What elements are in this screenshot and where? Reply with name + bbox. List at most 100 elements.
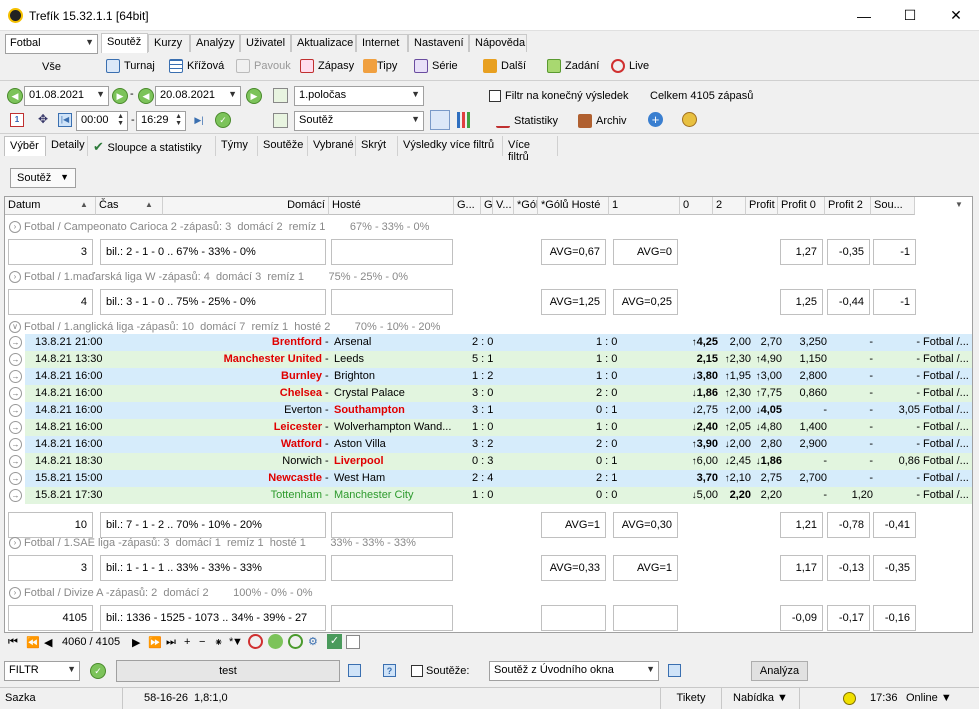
row-arrow-icon[interactable]: → (9, 404, 22, 417)
bracket-button[interactable]: Pavouk (236, 57, 291, 75)
date-to-input[interactable]: 20.08.2021 ▼ (155, 86, 241, 106)
add-filter-icon[interactable] (268, 634, 283, 649)
prev-date-from-icon[interactable]: ◀ (7, 88, 23, 104)
tournament-button[interactable]: Turnaj (106, 57, 155, 75)
calendar-icon[interactable]: 1 (10, 113, 24, 127)
match-row[interactable]: → 13.8.21 21:00 Brentford - Arsenal 2 : 01 : 0… (9, 334, 972, 351)
tab-4[interactable]: Aktualizace (291, 34, 356, 52)
column-header-10[interactable]: 0 (680, 197, 713, 215)
filter-select[interactable]: FILTR ▼ (4, 661, 80, 681)
expand-icon[interactable]: › (9, 537, 21, 550)
row-arrow-icon[interactable]: → (9, 472, 22, 485)
row-arrow-icon[interactable]: → (9, 421, 22, 434)
online-status-button[interactable]: Online ▼ (906, 692, 952, 704)
column-header-5[interactable]: G... (481, 197, 493, 215)
half-select[interactable]: 1.poločas ▼ (294, 86, 424, 106)
date-from-input[interactable]: 01.08.2021 ▼ (24, 86, 109, 106)
match-row[interactable]: → 14.8.21 16:00 Burnley - Brighton 1 : 21 : 0 ↓… (9, 368, 972, 385)
match-row[interactable]: → 15.8.21 15:00 Newcastle - West Ham 2 : 42 : … (9, 470, 972, 487)
match-row[interactable]: → 14.8.21 16:00 Chelsea - Crystal Palace 3 : 0… (9, 385, 972, 402)
first-icon[interactable]: |◀ (58, 113, 72, 127)
tickets-button[interactable]: Tikety (660, 688, 722, 709)
row-arrow-icon[interactable]: → (9, 370, 22, 383)
insert-icon[interactable]: + (184, 636, 190, 648)
move-icon[interactable]: ✥ (36, 113, 50, 127)
row-arrow-icon[interactable]: → (9, 489, 22, 502)
competitions-source-select[interactable]: Soutěž z Úvodního okna ▼ (489, 661, 659, 681)
tab-0[interactable]: Soutěž (101, 33, 148, 53)
bar-chart-icon[interactable] (457, 112, 473, 128)
tab-2[interactable]: Analýzy (190, 34, 240, 52)
last-icon[interactable]: ▶| (192, 113, 206, 127)
sport-select[interactable]: Fotbal ▼ (5, 34, 98, 54)
next-page-icon[interactable]: ⏩ (148, 636, 162, 649)
expand-icon[interactable]: › (9, 221, 21, 234)
collapse-icon[interactable]: ∨ (9, 321, 21, 334)
tab-3[interactable]: Uživatel (240, 34, 291, 52)
help-icon[interactable]: ? (383, 664, 396, 677)
row-arrow-icon[interactable]: → (9, 438, 22, 451)
column-header-13[interactable]: Profit 0 (778, 197, 825, 215)
add-icon[interactable]: + (648, 112, 663, 127)
subtab-3[interactable]: Týmy (216, 136, 258, 156)
spinner-icon[interactable]: ▲ ▼ (117, 113, 124, 127)
spinner-icon[interactable]: ▲ ▼ (175, 113, 182, 127)
row-arrow-icon[interactable]: → (9, 455, 22, 468)
coins-icon[interactable] (682, 112, 697, 127)
column-header-8[interactable]: *Gólů Hosté (538, 197, 609, 215)
apply-half-icon[interactable] (273, 88, 288, 103)
column-header-15[interactable]: Sou... (871, 197, 915, 215)
last-record-icon[interactable]: ⏭ (166, 636, 176, 649)
competitions-checkbox[interactable] (411, 665, 423, 677)
row-arrow-icon[interactable]: → (9, 353, 22, 366)
close-button[interactable]: ✕ (933, 0, 979, 31)
column-header-14[interactable]: Profit 2 (825, 197, 871, 215)
more-button[interactable]: Další (483, 57, 526, 75)
tips-button[interactable]: Tipy (363, 57, 397, 75)
confirm-icon[interactable]: ✓ (215, 112, 231, 128)
subtab-4[interactable]: Soutěže (258, 136, 308, 156)
column-header-12[interactable]: Profit 1 (746, 197, 778, 215)
column-header-2[interactable]: Domácí (163, 197, 329, 215)
prev-page-icon[interactable]: ⏪ (26, 636, 40, 649)
subtab-1[interactable]: Detaily (46, 136, 88, 156)
match-row[interactable]: → 15.8.21 17:30 Tottenham - Manchester City 1 … (9, 487, 972, 504)
clear-filter-icon[interactable] (248, 634, 263, 649)
statistics-button[interactable]: Statistiky (496, 112, 558, 130)
match-row[interactable]: → 14.8.21 18:30 Norwich - Liverpool 0 : 30 : 1… (9, 453, 972, 470)
live-button[interactable]: Live (611, 57, 649, 75)
refresh-icon[interactable] (288, 634, 303, 649)
expand-icon[interactable]: › (9, 271, 21, 284)
row-arrow-icon[interactable]: → (9, 336, 22, 349)
subtab-8[interactable]: Více filtrů (503, 136, 558, 163)
next-date-to-icon[interactable]: ▶ (246, 88, 262, 104)
column-header-3[interactable]: Hosté (329, 197, 454, 215)
final-result-checkbox[interactable] (489, 90, 501, 102)
group-header[interactable]: › Fotbal / Divize A -zápasů: 2 domácí 2 1… (5, 585, 972, 602)
competition-filter-icon[interactable] (273, 113, 288, 128)
filter-name-field[interactable]: test (116, 660, 340, 682)
next-date-from-icon[interactable]: ▶ (112, 88, 128, 104)
competitions-open-icon[interactable] (668, 664, 681, 677)
matches-button[interactable]: Zápasy (300, 57, 354, 75)
subtab-5[interactable]: Vybrané (308, 136, 356, 156)
subtab-2[interactable]: ✔ Sloupce a statistiky (88, 136, 216, 156)
filter-save-icon[interactable] (348, 664, 361, 677)
column-header-11[interactable]: 2 (713, 197, 746, 215)
expand-icon[interactable]: › (9, 587, 21, 600)
minimize-button[interactable]: — (841, 0, 887, 31)
group-by-select[interactable]: Soutěž ▼ (10, 168, 76, 188)
column-header-4[interactable]: G... (454, 197, 481, 215)
subtab-7[interactable]: Výsledky více filtrů (398, 136, 503, 156)
entry-button[interactable]: Zadání (547, 57, 599, 75)
row-arrow-icon[interactable]: → (9, 387, 22, 400)
match-row[interactable]: → 14.8.21 13:30 Manchester United - Leeds 5 : … (9, 351, 972, 368)
match-row[interactable]: → 14.8.21 16:00 Leicester - Wolverhampton Wan… (9, 419, 972, 436)
results-grid[interactable]: DatumČasDomácíHostéG...G...V...*Gólů Do.… (4, 196, 973, 633)
edit-icon[interactable]: ⁕ (214, 636, 223, 649)
layout-icon[interactable] (430, 110, 450, 130)
tab-6[interactable]: Nastavení (408, 34, 469, 52)
all-button[interactable]: Vše (42, 61, 61, 73)
search-icon[interactable] (346, 635, 360, 649)
subtab-6[interactable]: Skrýt (356, 136, 398, 156)
